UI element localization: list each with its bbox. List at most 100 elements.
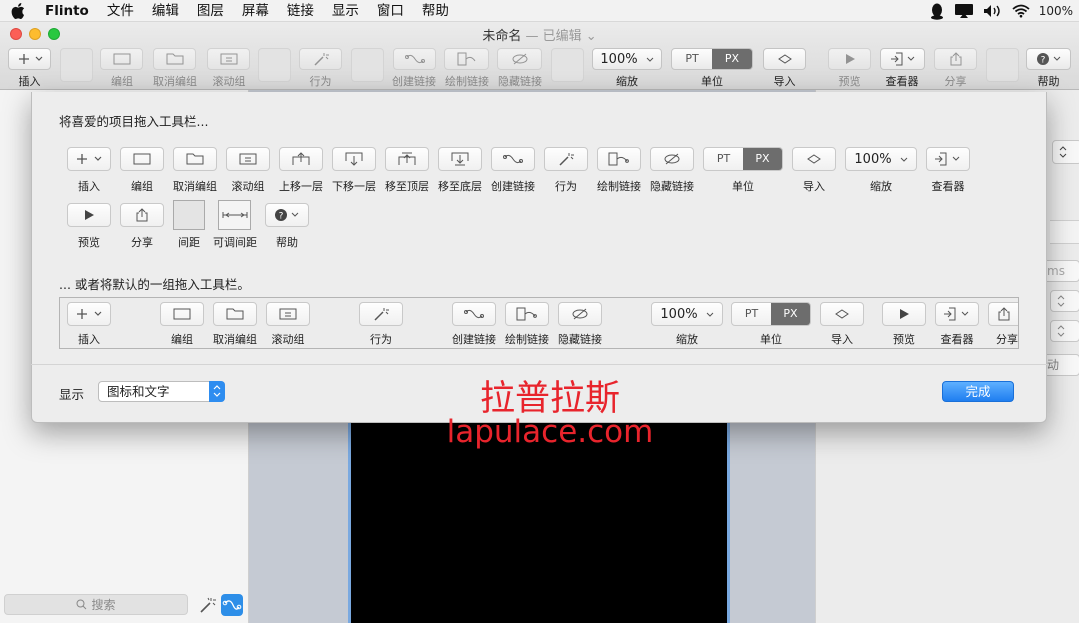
toolbar-viewer-button[interactable] <box>880 48 925 70</box>
default-set-heading: ... 或者将默认的一组拖入工具栏。 <box>59 277 250 292</box>
menubar-status: 100% <box>929 0 1073 22</box>
done-button[interactable]: 完成 <box>942 381 1014 402</box>
toolbar-ungroup-button[interactable] <box>153 48 196 70</box>
fav-ungroup-item[interactable] <box>173 147 217 171</box>
menu-edit[interactable]: 编辑 <box>143 0 188 22</box>
def-scroll-group-label: 滚动组 <box>271 333 305 346</box>
watermark-url: lapulace.com <box>446 414 654 450</box>
fav-send-back-item[interactable] <box>438 147 482 171</box>
toolbar-scroll-group-button[interactable] <box>207 48 250 70</box>
fav-behavior-label: 行为 <box>555 180 577 193</box>
menu-help[interactable]: 帮助 <box>413 0 458 22</box>
volume-icon[interactable] <box>983 4 1003 18</box>
fav-viewer-item[interactable] <box>926 147 970 171</box>
def-unit-label: 单位 <box>760 333 782 346</box>
toolbar-zoom-select[interactable]: 100% <box>592 48 662 70</box>
fav-draw-link-item[interactable] <box>597 147 641 171</box>
airplay-icon[interactable] <box>954 3 974 19</box>
window-title: 未命名 — 已编辑 ⌄ <box>0 25 1079 44</box>
fav-bring-forward-item[interactable] <box>279 147 323 171</box>
fav-hide-link-item[interactable] <box>650 147 694 171</box>
fav-insert-item[interactable] <box>67 147 111 171</box>
fav-send-backward-item[interactable] <box>332 147 376 171</box>
def-import-item <box>820 302 864 326</box>
toolbar-unit-segment[interactable]: PT PX <box>671 48 753 70</box>
fav-create-link-item[interactable] <box>491 147 535 171</box>
fav-draw-link-label: 绘制链接 <box>597 180 641 193</box>
def-unit-px: PX <box>771 303 810 325</box>
menu-screen[interactable]: 屏幕 <box>233 0 278 22</box>
toolbar-draw-link-button[interactable] <box>444 48 489 70</box>
wifi-icon[interactable] <box>1012 4 1030 18</box>
qq-icon[interactable] <box>929 3 945 20</box>
toolbar-space <box>60 48 93 82</box>
def-ungroup-label: 取消编组 <box>213 333 257 346</box>
fav-hide-link-label: 隐藏链接 <box>650 180 694 193</box>
show-mode-value: 图标和文字 <box>107 384 170 399</box>
fav-space-item[interactable] <box>173 200 205 230</box>
link-filter-icon[interactable] <box>221 594 243 616</box>
search-icon <box>76 599 87 610</box>
inspector-stepper[interactable] <box>1050 290 1079 312</box>
def-draw-link-item <box>505 302 549 326</box>
toolbar-preview-button[interactable] <box>828 48 871 70</box>
toolbar-behavior-button[interactable] <box>299 48 342 70</box>
menu-window[interactable]: 窗口 <box>368 0 413 22</box>
toolbar-group-button[interactable] <box>100 48 143 70</box>
def-zoom-value: 100% <box>660 306 698 322</box>
toolbar-zoom-label: 缩放 <box>616 75 638 88</box>
toolbar-create-link-button[interactable] <box>393 48 436 70</box>
fav-scroll-group-item[interactable] <box>226 147 270 171</box>
edited-indicator[interactable]: — 已编辑 ⌄ <box>525 29 596 44</box>
def-draw-link-label: 绘制链接 <box>505 333 549 346</box>
def-preview-label: 预览 <box>893 333 915 346</box>
search-input[interactable]: 搜索 <box>4 594 188 615</box>
fav-preview-item[interactable] <box>67 203 111 227</box>
def-create-link-item <box>452 302 496 326</box>
duration-unit: ms <box>1047 264 1065 278</box>
def-scroll-group-item <box>266 302 310 326</box>
toolbar-unit-label: 单位 <box>701 75 723 88</box>
unit-pt-option[interactable]: PT <box>672 49 712 69</box>
menu-app[interactable]: Flinto <box>36 0 98 22</box>
def-behavior-label: 行为 <box>370 333 392 346</box>
show-mode-select[interactable]: 图标和文字 <box>98 381 225 402</box>
fav-send-backward-label: 下移一层 <box>332 180 376 193</box>
fav-zoom-item[interactable]: 100% <box>845 147 917 171</box>
toolbar-insert-button[interactable] <box>8 48 51 70</box>
fav-group-item[interactable] <box>120 147 164 171</box>
def-insert-item <box>67 302 111 326</box>
apple-icon[interactable] <box>0 2 36 19</box>
toolbar-space <box>351 48 384 82</box>
inspector-stepper[interactable] <box>1050 320 1079 342</box>
screen-artboard[interactable] <box>351 420 727 623</box>
menu-file[interactable]: 文件 <box>98 0 143 22</box>
toolbar-share-button[interactable] <box>934 48 977 70</box>
fav-unit-item[interactable]: PT PX <box>703 147 783 171</box>
fav-behavior-item[interactable] <box>544 147 588 171</box>
toolbar-group-label: 编组 <box>111 75 133 88</box>
show-label: 显示 <box>59 387 85 402</box>
toolbar-import-label: 导入 <box>773 75 796 88</box>
fav-help-item[interactable]: ? <box>265 203 309 227</box>
fav-flex-space-item[interactable] <box>218 200 251 230</box>
svg-text:?: ? <box>1040 56 1045 66</box>
def-group-label: 编组 <box>171 333 193 346</box>
inspector-select[interactable] <box>1052 140 1079 164</box>
fav-help-label: 帮助 <box>276 236 298 249</box>
toolbar-import-button[interactable] <box>763 48 806 70</box>
fav-import-item[interactable] <box>792 147 836 171</box>
def-group-item <box>160 302 204 326</box>
fav-ungroup-label: 取消编组 <box>173 180 217 193</box>
toolbar-help-button[interactable]: ? <box>1026 48 1071 70</box>
fav-share-item[interactable] <box>120 203 164 227</box>
fav-send-back-label: 移至底层 <box>438 180 482 193</box>
toolbar-space <box>551 48 584 82</box>
menu-view[interactable]: 显示 <box>323 0 368 22</box>
behavior-filter-icon[interactable] <box>199 596 217 614</box>
menu-link[interactable]: 链接 <box>278 0 323 22</box>
menu-layer[interactable]: 图层 <box>188 0 233 22</box>
unit-px-option[interactable]: PX <box>712 49 752 69</box>
fav-bring-front-item[interactable] <box>385 147 429 171</box>
toolbar-hide-link-button[interactable] <box>497 48 542 70</box>
